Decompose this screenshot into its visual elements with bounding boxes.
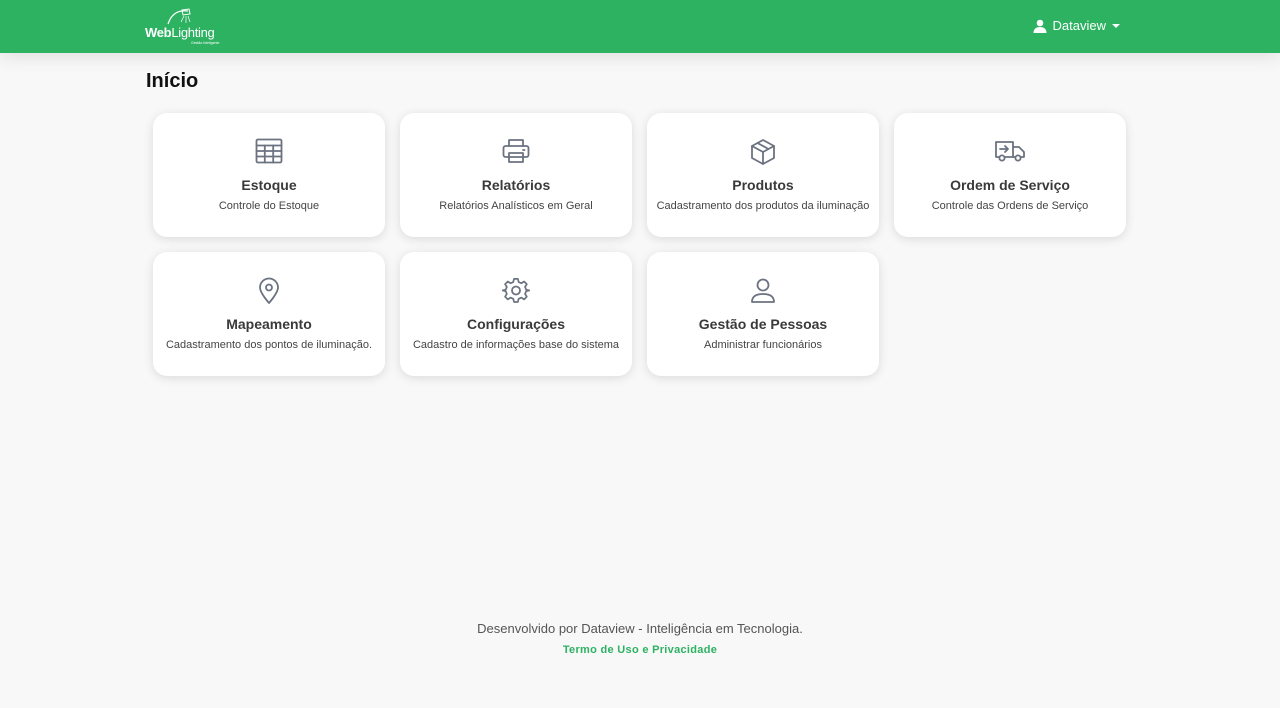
cube-icon [647,138,879,166]
top-navbar: WebLighting Gestão Inteligente Dataview [0,0,1280,53]
user-icon [647,277,879,305]
card-configuracoes[interactable]: Configurações Cadastro de informações ba… [400,252,632,376]
terms-privacy-link[interactable]: Termo de Uso e Privacidade [563,644,717,656]
card-ordem-servico[interactable]: Ordem de Serviço Controle das Ordens de … [894,113,1126,237]
weblighting-logo[interactable]: WebLighting Gestão Inteligente [144,8,224,46]
card-description: Cadastramento dos produtos da iluminação [656,200,870,212]
truck-icon [894,138,1126,164]
card-title: Estoque [241,177,297,193]
user-icon [1033,19,1047,33]
card-title: Gestão de Pessoas [698,316,828,332]
page-title: Início [146,70,199,92]
logo-text-light: Lighting [171,25,215,40]
logo-tagline: Gestão Inteligente [191,41,220,45]
card-description: Cadastramento dos pontos de iluminação. [165,339,373,351]
card-description: Controle das Ordens de Serviço [931,200,1089,212]
logo-text-bold: Web [145,25,172,40]
table-icon [153,138,385,164]
footer-link-wrapper: Termo de Uso e Privacidade [0,644,1280,656]
user-name: Dataview [1052,18,1106,33]
card-title: Produtos [732,177,794,193]
card-mapeamento[interactable]: Mapeamento Cadastramento dos pontos de i… [153,252,385,376]
map-pin-icon [153,277,385,305]
card-title: Configurações [466,316,565,332]
gear-icon [400,277,632,305]
card-estoque[interactable]: Estoque Controle do Estoque [153,113,385,237]
card-produtos[interactable]: Produtos Cadastramento dos produtos da i… [647,113,879,237]
chevron-down-icon [1112,23,1120,28]
card-title: Ordem de Serviço [950,177,1070,193]
card-description: Cadastro de informações base do sistema [412,339,620,351]
card-gestao-pessoas[interactable]: Gestão de Pessoas Administrar funcionári… [647,252,879,376]
user-menu-dropdown[interactable]: Dataview [1033,18,1120,33]
card-description: Relatórios Analísticos em Geral [439,200,593,212]
card-title: Relatórios [481,177,551,193]
card-title: Mapeamento [226,316,312,332]
lamp-icon [167,8,191,25]
footer-text: Desenvolvido por Dataview - Inteligência… [477,621,803,636]
printer-icon [400,138,632,164]
card-relatorios[interactable]: Relatórios Relatórios Analísticos em Ger… [400,113,632,237]
card-description: Administrar funcionários [704,339,822,351]
card-description: Controle do Estoque [218,200,320,212]
